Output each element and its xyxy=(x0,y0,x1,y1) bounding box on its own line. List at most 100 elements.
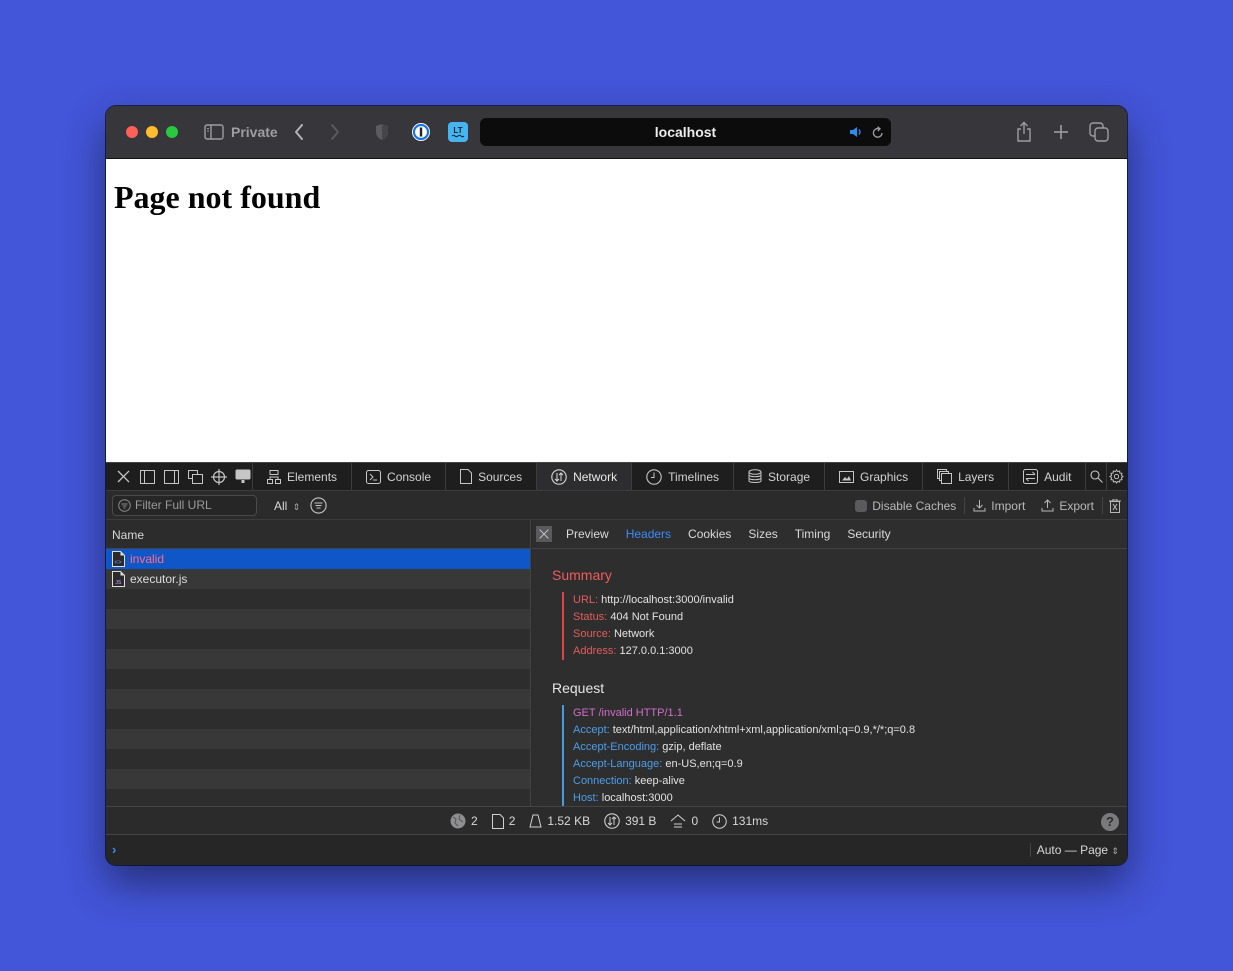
title-bar: Private LT localhost xyxy=(106,106,1127,159)
resource-type-value: All xyxy=(274,499,288,513)
empty-row xyxy=(106,669,530,689)
request-header-item: Accept-Language: en-US,en;q=0.9 xyxy=(573,756,915,773)
request-header-item: Connection: keep-alive xyxy=(573,773,915,790)
tab-elements[interactable]: Elements xyxy=(253,463,353,490)
empty-row xyxy=(106,749,530,769)
details-tab-security[interactable]: Security xyxy=(847,527,890,541)
header-value: localhost:3000 xyxy=(601,792,673,804)
share-icon[interactable] xyxy=(1014,120,1034,144)
details-tab-preview[interactable]: Preview xyxy=(566,527,609,541)
tabs-overview-icon[interactable] xyxy=(1088,121,1110,143)
document-file-icon: <> xyxy=(112,551,125,567)
details-tab-timing[interactable]: Timing xyxy=(795,527,831,541)
stat-time-value: 131ms xyxy=(732,814,769,828)
layers-icon xyxy=(937,469,953,484)
sidebar-icon[interactable] xyxy=(204,123,224,141)
stat-time: 131ms xyxy=(712,813,769,829)
request-details-pane: Preview Headers Cookies Sizes Timing Sec… xyxy=(532,520,1127,806)
stat-domains: 2 xyxy=(450,813,478,829)
minimize-window-button[interactable] xyxy=(146,126,158,138)
request-row[interactable]: JS executor.js xyxy=(106,569,530,589)
search-icon xyxy=(1090,470,1103,483)
import-button[interactable]: Import xyxy=(965,499,1033,513)
inspect-element-icon[interactable] xyxy=(210,468,228,486)
empty-row xyxy=(106,729,530,749)
transfer-icon xyxy=(604,813,620,829)
page-heading: Page not found xyxy=(114,179,321,215)
console-icon xyxy=(366,469,382,484)
close-window-button[interactable] xyxy=(126,126,138,138)
stat-transferred-value: 391 B xyxy=(625,814,657,828)
filter-options-icon[interactable] xyxy=(310,497,327,519)
request-list: Name <> invalid JS executor.js xyxy=(106,520,531,806)
import-icon xyxy=(973,500,986,512)
filter-url-input[interactable]: Filter Full URL xyxy=(112,495,257,516)
storage-icon xyxy=(748,469,762,483)
empty-row xyxy=(106,629,530,649)
header-value: keep-alive xyxy=(634,775,685,787)
dock-right-icon[interactable] xyxy=(162,468,180,486)
header-value: text/html,application/xhtml+xml,applicat… xyxy=(612,724,916,736)
select-chevron-icon: ⇕ xyxy=(292,502,301,512)
back-icon[interactable] xyxy=(292,122,306,142)
tab-layers-label: Layers xyxy=(958,469,995,484)
languagetool-icon[interactable]: LT xyxy=(448,122,468,142)
export-button[interactable]: Export xyxy=(1033,499,1102,513)
password-manager-icon[interactable] xyxy=(411,122,431,142)
stat-domains-value: 2 xyxy=(471,814,478,828)
resource-type-select[interactable]: All ⇕ xyxy=(274,499,300,513)
summary-key: URL: xyxy=(573,594,599,606)
tab-console[interactable]: Console xyxy=(352,463,447,490)
tab-network[interactable]: Network xyxy=(537,463,633,490)
dock-bottom-icon[interactable] xyxy=(138,468,156,486)
help-button[interactable]: ? xyxy=(1101,813,1119,831)
address-bar[interactable]: localhost xyxy=(480,118,891,146)
close-details-button[interactable] xyxy=(536,526,552,542)
tab-sources-label: Sources xyxy=(478,469,523,484)
audio-icon[interactable] xyxy=(849,125,863,139)
search-button[interactable] xyxy=(1086,463,1107,490)
tab-timelines[interactable]: Timelines xyxy=(632,463,735,490)
clear-log-button[interactable] xyxy=(1103,498,1127,513)
execution-context-select[interactable]: Auto — Page ⇕ xyxy=(1029,843,1119,857)
tab-audit-label: Audit xyxy=(1044,469,1072,484)
details-tab-bar: Preview Headers Cookies Sizes Timing Sec… xyxy=(532,520,1127,549)
tab-storage[interactable]: Storage xyxy=(734,463,826,490)
zoom-window-button[interactable] xyxy=(166,126,178,138)
disable-caches-toggle[interactable]: Disable Caches xyxy=(847,499,964,513)
graphics-icon xyxy=(839,470,855,483)
stat-transferred: 391 B xyxy=(604,813,656,829)
tab-sources[interactable]: Sources xyxy=(446,463,538,490)
detach-window-icon[interactable] xyxy=(186,468,204,486)
header-key: Host: xyxy=(573,792,599,804)
redirect-icon xyxy=(671,814,686,828)
header-key: Connection: xyxy=(573,775,632,787)
console-prompt-bar[interactable]: › Auto — Page ⇕ xyxy=(106,835,1127,865)
filter-bar-actions: Disable Caches Import Export xyxy=(847,491,1127,520)
summary-value: 127.0.0.1:3000 xyxy=(619,645,693,657)
tab-graphics[interactable]: Graphics xyxy=(825,463,924,490)
export-label: Export xyxy=(1059,498,1094,513)
new-tab-icon[interactable] xyxy=(1051,122,1071,142)
summary-key: Source: xyxy=(573,628,611,640)
details-tab-sizes[interactable]: Sizes xyxy=(748,527,777,541)
empty-row xyxy=(106,689,530,709)
devtools-tab-bar: Elements Console Sources Network Timelin… xyxy=(106,462,1127,491)
request-row[interactable]: <> invalid xyxy=(106,549,530,569)
forward-icon[interactable] xyxy=(328,122,342,142)
details-tab-cookies[interactable]: Cookies xyxy=(688,527,731,541)
disable-caches-checkbox[interactable] xyxy=(855,499,868,512)
details-tab-headers[interactable]: Headers xyxy=(626,527,671,541)
tab-graphics-label: Graphics xyxy=(860,469,909,484)
device-settings-icon[interactable] xyxy=(234,468,252,486)
private-label: Private xyxy=(231,124,278,140)
filter-url-placeholder: Filter Full URL xyxy=(135,498,212,512)
reload-icon[interactable] xyxy=(871,125,885,139)
header-key: Accept-Language: xyxy=(573,758,663,770)
column-header-name[interactable]: Name xyxy=(106,520,530,549)
close-devtools-icon[interactable] xyxy=(114,468,132,486)
tab-layers[interactable]: Layers xyxy=(923,463,1010,490)
shield-icon[interactable] xyxy=(374,122,390,142)
tab-audit[interactable]: Audit xyxy=(1009,463,1087,490)
settings-button[interactable] xyxy=(1107,463,1127,490)
